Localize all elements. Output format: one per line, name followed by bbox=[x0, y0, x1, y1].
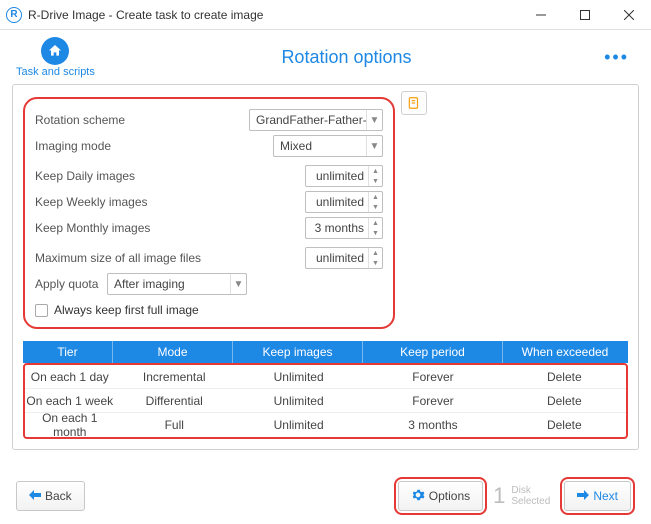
gear-icon bbox=[411, 488, 425, 505]
table-row[interactable]: On each 1 month Full Unlimited 3 months … bbox=[25, 413, 626, 437]
overflow-menu-icon[interactable]: ••• bbox=[598, 47, 635, 68]
step-up-icon[interactable]: ▲ bbox=[369, 218, 382, 228]
max-size-stepper[interactable]: unlimited▲▼ bbox=[305, 247, 383, 269]
table-row[interactable]: On each 1 week Differential Unlimited Fo… bbox=[25, 389, 626, 413]
back-button[interactable]: Back bbox=[16, 481, 85, 511]
apply-quota-select[interactable]: After imaging ▼ bbox=[107, 273, 247, 295]
table-body: On each 1 day Incremental Unlimited Fore… bbox=[23, 363, 628, 439]
arrow-right-icon bbox=[577, 489, 589, 503]
keep-weekly-label: Keep Weekly images bbox=[35, 195, 255, 209]
arrow-left-icon bbox=[29, 489, 41, 503]
disk-selected-indicator: 1 DiskSelected bbox=[493, 483, 550, 509]
keep-daily-stepper[interactable]: unlimited▲▼ bbox=[305, 165, 383, 187]
app-icon: R bbox=[6, 7, 22, 23]
wizard-footer: Back Options 1 DiskSelected Next bbox=[0, 468, 651, 524]
keep-first-full-label: Always keep first full image bbox=[54, 303, 199, 317]
col-when-exceeded: When exceeded bbox=[503, 341, 627, 363]
apply-quota-label: Apply quota bbox=[35, 277, 107, 291]
keep-monthly-label: Keep Monthly images bbox=[35, 221, 255, 235]
chevron-down-icon: ▼ bbox=[366, 110, 382, 130]
options-button[interactable]: Options bbox=[398, 481, 483, 511]
rotation-scheme-label: Rotation scheme bbox=[35, 113, 165, 127]
keep-daily-label: Keep Daily images bbox=[35, 169, 255, 183]
content-panel: Rotation scheme GrandFather-Father-Son ▼… bbox=[12, 84, 639, 450]
scheme-help-button[interactable] bbox=[401, 91, 427, 115]
imaging-mode-label: Imaging mode bbox=[35, 139, 165, 153]
home-label: Task and scripts bbox=[16, 66, 95, 78]
step-down-icon[interactable]: ▼ bbox=[369, 258, 382, 268]
step-up-icon[interactable]: ▲ bbox=[369, 166, 382, 176]
table-header: Tier Mode Keep images Keep period When e… bbox=[23, 341, 628, 363]
rotation-settings-group: Rotation scheme GrandFather-Father-Son ▼… bbox=[23, 97, 395, 329]
imaging-mode-select[interactable]: Mixed ▼ bbox=[273, 135, 383, 157]
step-up-icon[interactable]: ▲ bbox=[369, 248, 382, 258]
keep-weekly-stepper[interactable]: unlimited▲▼ bbox=[305, 191, 383, 213]
col-keep-images: Keep images bbox=[233, 341, 363, 363]
table-row[interactable]: On each 1 day Incremental Unlimited Fore… bbox=[25, 365, 626, 389]
keep-monthly-stepper[interactable]: 3 months▲▼ bbox=[305, 217, 383, 239]
step-down-icon[interactable]: ▼ bbox=[369, 176, 382, 186]
rotation-tiers-table: Tier Mode Keep images Keep period When e… bbox=[23, 341, 628, 439]
col-tier: Tier bbox=[23, 341, 113, 363]
page-header: Task and scripts Rotation options ••• bbox=[0, 30, 651, 84]
close-button[interactable] bbox=[607, 0, 651, 30]
home-task-scripts-button[interactable]: Task and scripts bbox=[16, 37, 95, 78]
rotation-scheme-select[interactable]: GrandFather-Father-Son ▼ bbox=[249, 109, 383, 131]
keep-first-full-checkbox[interactable] bbox=[35, 304, 48, 317]
next-button[interactable]: Next bbox=[564, 481, 631, 511]
maximize-button[interactable] bbox=[563, 0, 607, 30]
titlebar: R R-Drive Image - Create task to create … bbox=[0, 0, 651, 30]
home-icon bbox=[41, 37, 69, 65]
col-keep-period: Keep period bbox=[363, 341, 503, 363]
step-down-icon[interactable]: ▼ bbox=[369, 228, 382, 238]
col-mode: Mode bbox=[113, 341, 233, 363]
step-up-icon[interactable]: ▲ bbox=[369, 192, 382, 202]
chevron-down-icon: ▼ bbox=[366, 136, 382, 156]
step-down-icon[interactable]: ▼ bbox=[369, 202, 382, 212]
max-size-label: Maximum size of all image files bbox=[35, 251, 255, 265]
minimize-button[interactable] bbox=[519, 0, 563, 30]
chevron-down-icon: ▼ bbox=[230, 274, 246, 294]
page-title: Rotation options bbox=[95, 47, 598, 68]
window-title: R-Drive Image - Create task to create im… bbox=[28, 8, 263, 22]
